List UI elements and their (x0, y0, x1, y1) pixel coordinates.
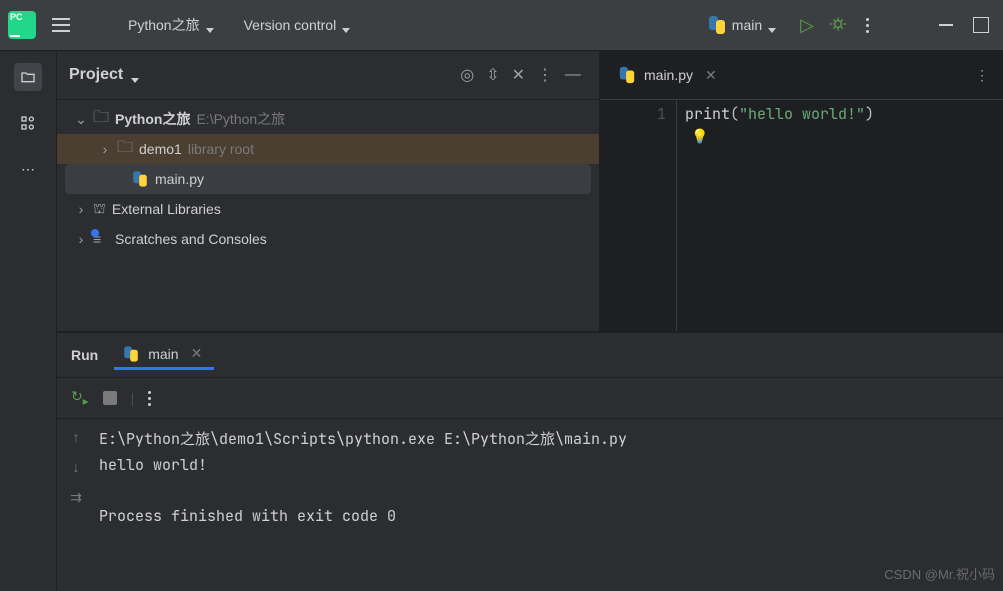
run-more-button[interactable] (148, 391, 151, 406)
chevron-down-icon (768, 20, 778, 30)
code-token: "hello world!" (739, 104, 865, 124)
python-icon (708, 16, 726, 34)
scratches-label: Scratches and Consoles (115, 231, 267, 247)
tree-root[interactable]: ⌄ Python之旅 E:\Python之旅 (57, 104, 599, 134)
run-button[interactable]: ▷ (796, 11, 818, 40)
project-panel-title: Project (69, 66, 123, 84)
project-panel: Project ◎ ⇳ ✕ ⋮ — ⌄ Python之旅 E:\Python之旅 (57, 51, 600, 331)
console-line: hello world! (99, 455, 207, 475)
more-actions-button[interactable] (858, 10, 877, 41)
editor-tab-main[interactable]: main.py ✕ (608, 60, 731, 90)
run-toolbar: ↻▸ | (57, 378, 1003, 419)
editor-tabs: main.py ✕ ⋮ (600, 51, 1003, 100)
more-tools-button[interactable]: ⋯ (14, 155, 42, 183)
library-icon (93, 200, 106, 219)
folder-icon (117, 136, 133, 163)
root-name: Python之旅 (115, 109, 190, 129)
code-token: print (685, 104, 730, 124)
intention-bulb-icon[interactable]: 💡 (691, 128, 708, 146)
expand-icon[interactable]: › (75, 201, 87, 217)
minimize-button[interactable] (939, 24, 953, 26)
project-name-dropdown[interactable]: Python之旅 (118, 9, 226, 41)
project-panel-header: Project ◎ ⇳ ✕ ⋮ — (57, 51, 599, 100)
vcs-label: Version control (244, 17, 337, 33)
code-token: ( (730, 104, 739, 124)
run-panel-title: Run (71, 347, 98, 363)
collapse-icon[interactable]: ⌄ (75, 111, 87, 128)
tool-window-bar: ⋯ (0, 51, 57, 591)
run-tab[interactable]: main ✕ (114, 341, 214, 370)
expand-icon[interactable]: › (75, 231, 87, 247)
close-run-tab-button[interactable]: ✕ (187, 345, 207, 362)
scroll-up-button[interactable]: ↑ (73, 429, 80, 445)
file-label: main.py (155, 171, 204, 187)
maximize-button[interactable] (973, 17, 989, 33)
run-config-selector[interactable]: main (698, 10, 788, 40)
console-output[interactable]: E:\Python之旅\demo1\Scripts\python.exe E:\… (95, 419, 1003, 591)
python-icon (619, 67, 635, 83)
console-line: Process finished with exit code 0 (99, 506, 396, 526)
main-menu-button[interactable] (44, 10, 78, 40)
code-area[interactable]: print("hello world!") 💡 (677, 100, 1003, 331)
title-bar: Python之旅 Version control main ▷ (0, 0, 1003, 51)
code-token: ) (865, 104, 874, 124)
tree-file-main[interactable]: main.py (65, 164, 591, 194)
panel-options-button[interactable]: ⋮ (531, 61, 559, 89)
tree-external-libs[interactable]: › External Libraries (57, 194, 599, 224)
expand-all-button[interactable]: ⇳ (480, 61, 505, 89)
run-panel-header: Run main ✕ (57, 333, 1003, 378)
editor-tab-label: main.py (644, 67, 693, 83)
hide-panel-button[interactable]: — (559, 62, 587, 88)
line-gutter: 1 (600, 100, 677, 331)
editor-options-button[interactable]: ⋮ (969, 63, 995, 88)
tree-scratches[interactable]: › Scratches and Consoles (57, 224, 599, 254)
run-side-toolbar: ↑ ↓ ⇉ (57, 419, 95, 591)
ext-libs-label: External Libraries (112, 201, 221, 217)
folder-hint: library root (188, 141, 254, 157)
folder-icon (93, 106, 109, 133)
tree-folder-demo1[interactable]: › demo1 library root (57, 134, 599, 164)
close-tab-button[interactable]: ✕ (701, 67, 721, 84)
watermark: CSDN @Mr.祝小码 (884, 564, 995, 583)
console-line: E:\Python之旅\demo1\Scripts\python.exe E:\… (99, 429, 627, 449)
chevron-down-icon (206, 20, 216, 30)
run-panel: Run main ✕ ↻▸ | ↑ ↓ ⇉ E:\Python之旅 (57, 332, 1003, 591)
vcs-dropdown[interactable]: Version control (234, 11, 363, 39)
project-tree[interactable]: ⌄ Python之旅 E:\Python之旅 › demo1 library r… (57, 100, 599, 331)
run-config-label: main (732, 17, 762, 33)
chevron-down-icon[interactable] (131, 70, 141, 80)
rerun-button[interactable]: ↻▸ (71, 388, 89, 408)
project-tool-button[interactable] (14, 63, 42, 91)
python-icon (124, 346, 139, 361)
chevron-down-icon (342, 20, 352, 30)
close-panel-button[interactable]: ✕ (506, 61, 531, 89)
scroll-down-button[interactable]: ↓ (73, 459, 80, 475)
debug-button[interactable] (826, 12, 850, 39)
scratch-icon (93, 231, 109, 247)
structure-tool-button[interactable] (14, 109, 42, 137)
soft-wrap-button[interactable]: ⇉ (70, 489, 82, 506)
editor-panel: main.py ✕ ⋮ 1 print("hello world!") 💡 (600, 51, 1003, 331)
root-path: E:\Python之旅 (196, 109, 285, 129)
project-name-label: Python之旅 (128, 15, 200, 35)
ide-logo-icon (8, 11, 36, 39)
line-number: 1 (610, 104, 666, 124)
expand-icon[interactable]: › (99, 141, 111, 157)
editor-body[interactable]: 1 print("hello world!") 💡 (600, 100, 1003, 331)
select-opened-file-button[interactable]: ◎ (454, 61, 480, 89)
folder-label: demo1 (139, 141, 182, 157)
python-icon (132, 171, 147, 186)
run-tab-label: main (148, 346, 178, 362)
stop-button[interactable] (103, 391, 117, 405)
